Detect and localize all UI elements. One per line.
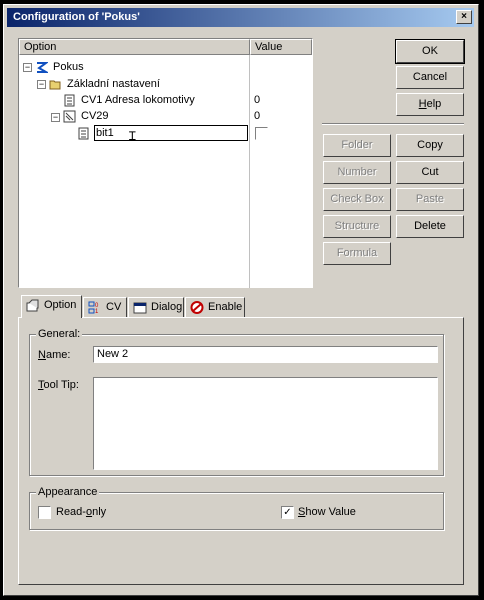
general-group-label: General: [36, 328, 83, 340]
checkbox-button[interactable]: Check Box [323, 188, 391, 211]
document-icon [78, 127, 89, 140]
tree-item-zakladni[interactable]: Základní nastavení [67, 76, 160, 92]
option-tab-icon [26, 299, 39, 312]
window-title: Configuration of 'Pokus' [13, 11, 140, 23]
readonly-checkbox[interactable] [38, 506, 51, 519]
title-bar[interactable]: Configuration of 'Pokus' × [7, 8, 474, 27]
tab-cv-label: CV [106, 301, 122, 313]
structure-button[interactable]: Structure [323, 215, 391, 238]
general-group: General: Name: New 2 Tool Tip: [29, 328, 444, 476]
tree-value-bit1-checkbox[interactable] [255, 127, 268, 140]
paste-button[interactable]: Paste [396, 188, 464, 211]
tab-dialog[interactable]: Dialog [128, 297, 184, 317]
option-tree[interactable]: Option Value − Pokus − Základní nastaven… [18, 38, 313, 288]
text-cursor-icon: Ɪ [129, 129, 136, 143]
column-divider [249, 55, 250, 288]
dialog-tab-icon [133, 302, 147, 314]
column-header-value[interactable]: Value [250, 39, 312, 55]
tab-cv[interactable]: 0 1 CV [83, 297, 127, 317]
tree-item-pokus[interactable]: Pokus [53, 59, 84, 75]
tab-option-label: Option [44, 299, 77, 311]
formula-button[interactable]: Formula [323, 242, 391, 265]
tab-dialog-label: Dialog [151, 301, 183, 313]
cv-tab-icon: 0 1 [88, 301, 99, 314]
tooltip-field[interactable] [93, 377, 438, 470]
document-icon [64, 94, 75, 107]
svg-text:1: 1 [95, 309, 99, 314]
help-button[interactable]: Help [396, 93, 464, 116]
close-button[interactable]: × [456, 10, 472, 24]
appearance-group: Appearance Read-only ✓ Show Value [29, 486, 444, 530]
collapse-icon[interactable]: − [23, 63, 32, 72]
number-button[interactable]: Number [323, 161, 391, 184]
pokus-icon [37, 62, 48, 73]
copy-button[interactable]: Copy [396, 134, 464, 157]
option-tab-panel: General: Name: New 2 Tool Tip: Appearanc… [18, 317, 464, 585]
no-entry-icon [190, 301, 204, 314]
cancel-button[interactable]: Cancel [396, 66, 464, 89]
ok-button[interactable]: OK [395, 39, 465, 64]
name-label: Name: [38, 349, 71, 361]
cut-button[interactable]: Cut [396, 161, 464, 184]
collapse-icon[interactable]: − [51, 113, 60, 122]
column-header-option[interactable]: Option [19, 39, 250, 55]
showvalue-checkbox[interactable]: ✓ [281, 506, 294, 519]
name-field[interactable]: New 2 [93, 346, 438, 363]
folder-button[interactable]: Folder [323, 134, 391, 157]
tree-value-cv29: 0 [254, 110, 261, 122]
structure-icon [63, 110, 76, 123]
tab-option[interactable]: Option [21, 295, 82, 318]
readonly-label[interactable]: Read-only [56, 506, 106, 518]
collapse-icon[interactable]: − [37, 80, 46, 89]
tooltip-label: Tool Tip: [38, 379, 79, 391]
showvalue-label[interactable]: Show Value [298, 506, 356, 518]
tree-item-cv1[interactable]: CV1 Adresa lokomotivy [81, 92, 195, 108]
tree-value-cv1: 0 [254, 94, 261, 106]
tree-item-cv29[interactable]: CV29 [81, 108, 109, 124]
appearance-group-label: Appearance [36, 486, 100, 498]
tab-enable-label: Enable [208, 301, 243, 313]
tree-item-bit1-edit[interactable]: bit1 [94, 125, 248, 141]
separator [322, 123, 464, 125]
delete-button[interactable]: Delete [396, 215, 464, 238]
folder-open-icon [49, 80, 61, 90]
tab-enable[interactable]: Enable [185, 297, 245, 317]
